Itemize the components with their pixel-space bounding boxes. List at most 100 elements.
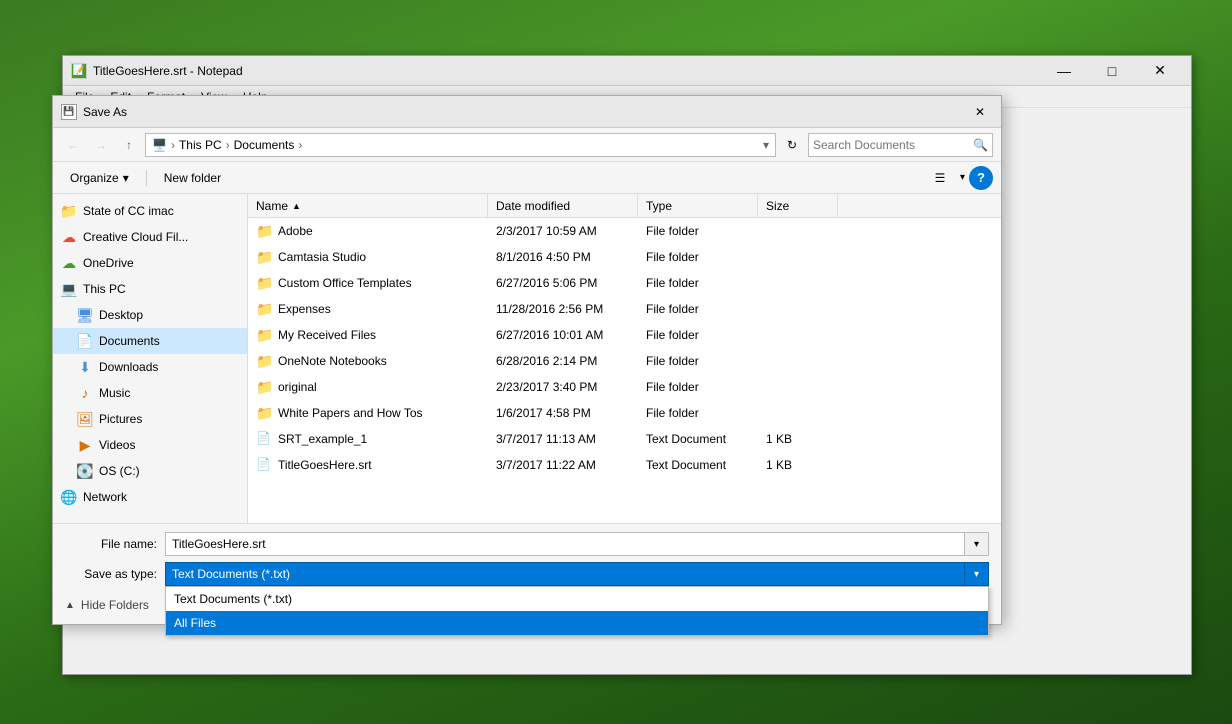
file-list: 📁 Adobe 2/3/2017 10:59 AM File folder 📁 …: [248, 218, 1001, 523]
close-button[interactable]: ✕: [1137, 56, 1183, 86]
col-header-date[interactable]: Date modified: [488, 194, 638, 217]
file-row[interactable]: 📄 SRT_example_1 3/7/2017 11:13 AM Text D…: [248, 426, 1001, 452]
organize-button[interactable]: Organize ▾: [61, 166, 138, 190]
path-bar: 🖥️ › This PC › Documents › ▾: [145, 133, 776, 157]
nav-item-videos[interactable]: ▶ Videos: [53, 432, 247, 458]
search-input[interactable]: [813, 138, 973, 152]
nav-item-onedrive[interactable]: ☁ OneDrive: [53, 250, 247, 276]
onedrive-icon: ☁: [61, 255, 77, 271]
path-documents[interactable]: Documents: [234, 138, 295, 152]
file-row[interactable]: 📁 My Received Files 6/27/2016 10:01 AM F…: [248, 322, 1001, 348]
minimize-button[interactable]: —: [1041, 56, 1087, 86]
forward-button[interactable]: →: [89, 133, 113, 157]
nav-item-creative-cloud[interactable]: ☁ Creative Cloud Fil...: [53, 224, 247, 250]
sort-arrow: ▲: [292, 201, 301, 211]
file-row[interactable]: 📁 Adobe 2/3/2017 10:59 AM File folder: [248, 218, 1001, 244]
file-row[interactable]: 📁 OneNote Notebooks 6/28/2016 2:14 PM Fi…: [248, 348, 1001, 374]
file-row[interactable]: 📁 Expenses 11/28/2016 2:56 PM File folde…: [248, 296, 1001, 322]
file-icon: 📁: [256, 301, 272, 317]
back-button[interactable]: ←: [61, 133, 85, 157]
file-row[interactable]: 📄 TitleGoesHere.srt 3/7/2017 11:22 AM Te…: [248, 452, 1001, 478]
saveas-dialog: 💾 Save As ✕ ← → ↑ 🖥️ › This PC › Documen…: [52, 95, 1002, 625]
filetype-option-all[interactable]: All Files: [166, 611, 988, 635]
file-row[interactable]: 📁 Custom Office Templates 6/27/2016 5:06…: [248, 270, 1001, 296]
path-sep2: ›: [226, 138, 230, 152]
desktop-icon: 🖥: [77, 307, 93, 323]
filetype-dropdown-menu: Text Documents (*.txt) All Files: [165, 586, 989, 636]
dialog-title: Save As: [83, 105, 967, 119]
file-icon: 📁: [256, 353, 272, 369]
nav-item-os-c[interactable]: 💽 OS (C:): [53, 458, 247, 484]
filetype-input[interactable]: [165, 562, 965, 586]
action-bar-separator: [146, 170, 147, 186]
view-dropdown-arrow: ▾: [960, 172, 965, 183]
maximize-button[interactable]: □: [1089, 56, 1135, 86]
file-list-header: Name ▲ Date modified Type Size: [248, 194, 1001, 218]
file-icon: 📁: [256, 249, 272, 265]
folder-icon: 📁: [61, 203, 77, 219]
notepad-controls: — □ ✕: [1041, 56, 1183, 86]
downloads-icon: ⬇: [77, 359, 93, 375]
dialog-titlebar: 💾 Save As ✕: [53, 96, 1001, 128]
file-row[interactable]: 📁 White Papers and How Tos 1/6/2017 4:58…: [248, 400, 1001, 426]
file-icon: 📁: [256, 327, 272, 343]
path-sep1: ›: [171, 138, 175, 152]
col-header-type[interactable]: Type: [638, 194, 758, 217]
file-area: Name ▲ Date modified Type Size 📁: [248, 194, 1001, 523]
file-icon: 📄: [256, 457, 272, 473]
left-nav: 📁 State of CC imac ☁ Creative Cloud Fil.…: [53, 194, 248, 523]
filename-dropdown-btn[interactable]: ▾: [965, 532, 989, 556]
col-header-size[interactable]: Size: [758, 194, 838, 217]
filetype-container: ▾ Text Documents (*.txt) All Files: [165, 562, 989, 586]
nav-item-network[interactable]: 🌐 Network: [53, 484, 247, 510]
music-icon: ♪: [77, 385, 93, 401]
organize-dropdown-arrow: ▾: [123, 171, 129, 185]
nav-item-this-pc[interactable]: 💻 This PC: [53, 276, 247, 302]
notepad-titlebar: 📝 TitleGoesHere.srt - Notepad — □ ✕: [63, 56, 1191, 86]
pc-icon: 💻: [61, 281, 77, 297]
filetype-label: Save as type:: [65, 567, 165, 581]
dialog-bottom: File name: ▾ Save as type: ▾ Text Docume…: [53, 523, 1001, 624]
filename-row: File name: ▾: [65, 532, 989, 556]
refresh-button[interactable]: ↻: [780, 133, 804, 157]
nav-item-music[interactable]: ♪ Music: [53, 380, 247, 406]
new-folder-button[interactable]: New folder: [155, 166, 230, 190]
file-row[interactable]: 📁 original 2/23/2017 3:40 PM File folder: [248, 374, 1001, 400]
file-icon: 📁: [256, 223, 272, 239]
dialog-content: 📁 State of CC imac ☁ Creative Cloud Fil.…: [53, 194, 1001, 523]
view-button[interactable]: ☰: [924, 166, 956, 190]
nav-item-pictures[interactable]: 🖼 Pictures: [53, 406, 247, 432]
file-icon: 📁: [256, 405, 272, 421]
drive-icon: 💽: [77, 463, 93, 479]
pictures-icon: 🖼: [77, 411, 93, 427]
search-icon: 🔍: [973, 138, 988, 152]
hide-folders[interactable]: ▲ Hide Folders: [65, 594, 149, 614]
filename-input[interactable]: [165, 532, 965, 556]
dialog-close-button[interactable]: ✕: [967, 101, 993, 123]
notepad-title: TitleGoesHere.srt - Notepad: [93, 64, 1041, 78]
path-sep3: ›: [298, 138, 302, 152]
file-row[interactable]: 📁 Camtasia Studio 8/1/2016 4:50 PM File …: [248, 244, 1001, 270]
col-header-name[interactable]: Name ▲: [248, 194, 488, 217]
nav-item-state-of-cc[interactable]: 📁 State of CC imac: [53, 198, 247, 224]
up-button[interactable]: ↑: [117, 133, 141, 157]
nav-item-documents[interactable]: 📄 Documents: [53, 328, 247, 354]
filetype-option-txt[interactable]: Text Documents (*.txt): [166, 587, 988, 611]
path-this-pc[interactable]: This PC: [179, 138, 222, 152]
nav-item-downloads[interactable]: ⬇ Downloads: [53, 354, 247, 380]
path-icon: 🖥️: [152, 138, 167, 152]
hide-folders-arrow: ▲: [65, 600, 75, 611]
hide-folders-label: Hide Folders: [81, 598, 149, 612]
help-button[interactable]: ?: [969, 166, 993, 190]
action-bar: Organize ▾ New folder ☰ ▾ ?: [53, 162, 1001, 194]
nav-item-desktop[interactable]: 🖥 Desktop: [53, 302, 247, 328]
filename-container: ▾: [165, 532, 989, 556]
videos-icon: ▶: [77, 437, 93, 453]
filename-label: File name:: [65, 537, 165, 551]
file-icon: 📁: [256, 379, 272, 395]
filetype-dropdown-btn[interactable]: ▾: [965, 562, 989, 586]
file-icon: 📄: [256, 431, 272, 447]
network-icon: 🌐: [61, 489, 77, 505]
path-dropdown-arrow[interactable]: ▾: [763, 138, 769, 152]
creative-cloud-icon: ☁: [61, 229, 77, 245]
